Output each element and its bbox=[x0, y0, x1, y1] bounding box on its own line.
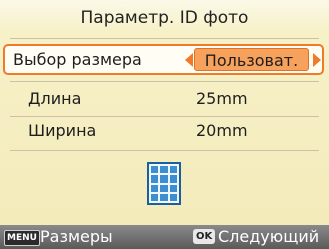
width-value: 20mm bbox=[196, 121, 248, 140]
ok-button-label: Следующий bbox=[218, 227, 320, 246]
separator bbox=[10, 81, 319, 82]
size-selection-value[interactable]: Пользоват. bbox=[194, 48, 309, 71]
arrow-left-icon[interactable] bbox=[185, 53, 193, 67]
menu-button-label: Размеры bbox=[40, 227, 113, 246]
width-row[interactable]: Ширина 20mm bbox=[6, 116, 323, 146]
photo-grid-icon bbox=[147, 162, 181, 205]
length-label: Длина bbox=[28, 89, 82, 108]
button-hint-bar: MENU Размеры OK Следующий bbox=[0, 225, 329, 249]
size-selection-row[interactable]: Выбор размера Пользоват. bbox=[3, 44, 324, 75]
separator bbox=[10, 38, 319, 39]
size-selection-label: Выбор размера bbox=[13, 50, 142, 69]
length-value: 25mm bbox=[196, 89, 248, 108]
menu-button-icon[interactable]: MENU bbox=[4, 230, 40, 246]
arrow-right-icon[interactable] bbox=[313, 53, 321, 67]
width-label: Ширина bbox=[28, 121, 97, 140]
camera-menu-screen: Параметр. ID фото Выбор размера Пользова… bbox=[0, 0, 329, 249]
separator bbox=[10, 150, 319, 151]
ok-button-icon[interactable]: OK bbox=[193, 229, 216, 244]
length-row[interactable]: Длина 25mm bbox=[6, 84, 323, 114]
screen-title: Параметр. ID фото bbox=[80, 8, 249, 28]
